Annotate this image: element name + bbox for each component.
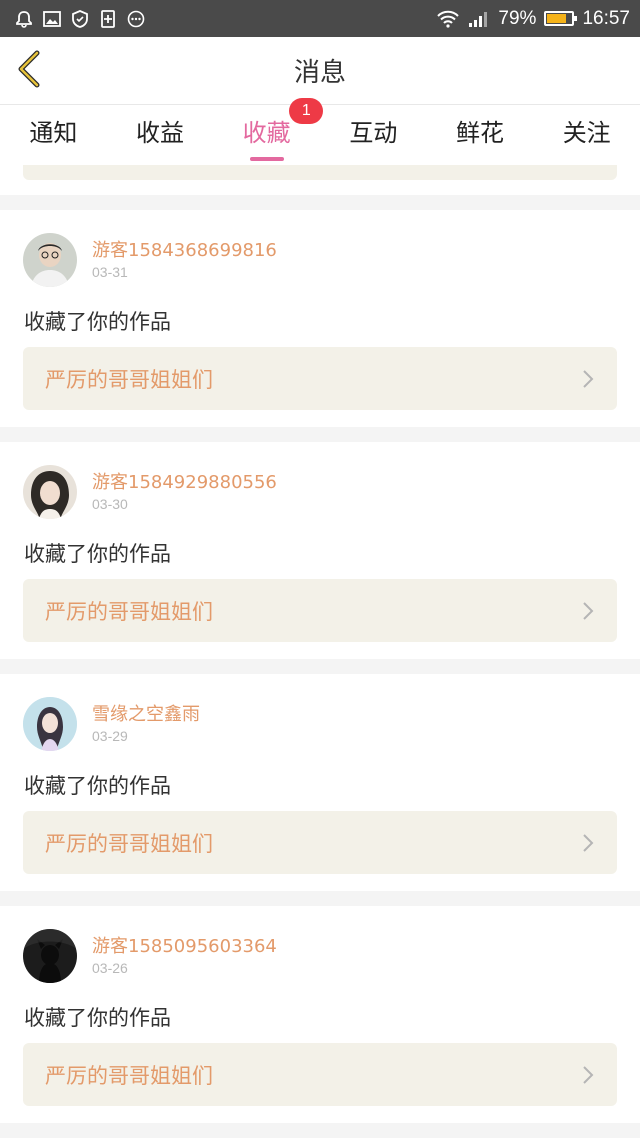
action-text: 收藏了你的作品 [24,1006,171,1030]
work-link[interactable]: 严厉的哥哥姐姐们 [23,1043,617,1106]
battery-icon [544,11,578,26]
username[interactable]: 游客1585095603364 [92,932,277,958]
tab-label: 收益 [136,119,184,147]
work-title: 严厉的哥哥姐姐们 [45,367,213,392]
header-bar: 消息 [0,37,640,105]
active-tab-indicator [249,157,284,161]
tab-label: 收藏 [242,119,291,147]
timestamp: 03-31 [92,264,128,280]
username[interactable]: 雪缘之空鑫雨 [92,700,200,726]
timestamp: 03-30 [92,496,128,512]
work-link-partial[interactable] [23,165,617,180]
sim-icon [98,9,118,29]
tab-interactions[interactable]: 互动 [320,105,427,165]
chevron-right-icon [581,368,595,390]
page-title: 消息 [293,58,346,88]
list-item: 雪缘之空鑫雨 03-29 收藏了你的作品 严厉的哥哥姐姐们 [0,674,640,891]
chevron-right-icon [581,600,595,622]
status-bar: 79% 16:57 [0,0,640,37]
username[interactable]: 游客1584368699816 [92,236,277,262]
tab-notifications[interactable]: 通知 [0,105,107,165]
list-item [0,165,640,195]
wifi-icon [436,9,460,29]
tab-follows[interactable]: 关注 [533,105,640,165]
avatar[interactable] [23,697,77,751]
tab-label: 通知 [29,119,78,147]
message-list: 游客1584368699816 03-31 收藏了你的作品 严厉的哥哥姐姐们 游… [0,165,640,1123]
work-link[interactable]: 严厉的哥哥姐姐们 [23,579,617,642]
work-title: 严厉的哥哥姐姐们 [45,599,213,624]
timestamp: 03-26 [92,960,128,976]
tab-label: 鲜花 [456,119,505,147]
back-button[interactable] [12,49,48,93]
list-item: 游客1584368699816 03-31 收藏了你的作品 严厉的哥哥姐姐们 [0,210,640,427]
more-dots-icon [126,9,146,29]
status-icons-right: 79% 16:57 [436,8,630,30]
tab-flowers[interactable]: 鲜花 [427,105,534,165]
unread-badge: 1 [289,98,324,124]
work-title: 严厉的哥哥姐姐们 [45,1063,213,1088]
tab-label: 互动 [349,119,398,147]
image-icon [42,9,62,29]
action-text: 收藏了你的作品 [24,542,171,566]
avatar[interactable] [23,465,77,519]
work-link[interactable]: 严厉的哥哥姐姐们 [23,347,617,410]
action-text: 收藏了你的作品 [24,310,171,334]
action-text: 收藏了你的作品 [24,774,171,798]
chevron-left-icon [15,49,45,93]
tab-earnings[interactable]: 收益 [107,105,214,165]
avatar[interactable] [23,929,77,983]
chevron-right-icon [581,1064,595,1086]
tab-favorites[interactable]: 收藏 1 [213,98,324,165]
shield-icon [70,9,90,29]
avatar[interactable] [23,233,77,287]
status-icons-left [14,9,146,29]
work-title: 严厉的哥哥姐姐们 [45,831,213,856]
tab-bar: 通知 收益 收藏 1 互动 鲜花 关注 [0,98,640,165]
list-item: 游客1584929880556 03-30 收藏了你的作品 严厉的哥哥姐姐们 [0,442,640,659]
timestamp: 03-29 [92,728,128,744]
signal-icon [468,9,490,29]
clock: 16:57 [582,7,630,29]
notification-bell-icon [14,9,34,29]
battery-percent: 79% [498,7,537,29]
chevron-right-icon [581,832,595,854]
battery-level [547,14,567,23]
tab-label: 关注 [562,119,611,147]
list-item: 游客1585095603364 03-26 收藏了你的作品 严厉的哥哥姐姐们 [0,906,640,1123]
work-link[interactable]: 严厉的哥哥姐姐们 [23,811,617,874]
username[interactable]: 游客1584929880556 [92,468,277,494]
